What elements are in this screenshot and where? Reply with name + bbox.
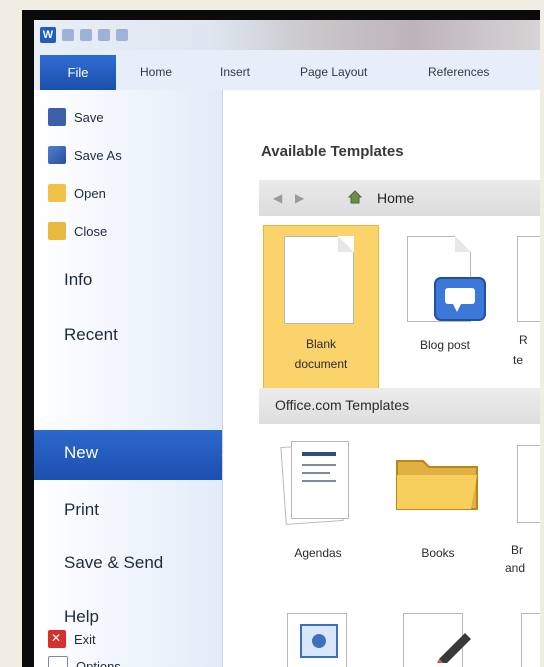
menu-open[interactable]: Open (48, 184, 106, 202)
blog-post-label: Blog post (419, 338, 471, 352)
template-bottom-3[interactable] (513, 605, 540, 667)
save-as-icon (48, 146, 66, 164)
menu-print[interactable]: Print (64, 500, 99, 520)
menu-recent[interactable]: Recent (64, 325, 118, 345)
blank-document-label-1: Blank (305, 337, 337, 351)
options-icon (48, 656, 68, 667)
word-app-icon[interactable]: W (40, 27, 56, 43)
menu-new[interactable]: New (34, 430, 234, 480)
folder-icon (396, 460, 478, 510)
agendas-doc-line (302, 480, 336, 482)
backstage-menu: Save Save As Open Close Info Recent New … (34, 90, 234, 667)
tab-references[interactable]: References (428, 65, 489, 79)
available-templates-heading: Available Templates (261, 143, 404, 160)
word-window: W File Home Insert Page Layout Reference… (34, 20, 540, 667)
partial-label-1: R (519, 333, 528, 347)
menu-save-send[interactable]: Save & Send (64, 553, 163, 573)
tab-file[interactable]: File (40, 55, 116, 90)
menu-exit[interactable]: Exit (48, 630, 96, 648)
save-icon[interactable] (62, 29, 74, 41)
menu-open-label: Open (74, 185, 106, 201)
templates-nav-bar: ◀ ▶ Home (259, 180, 540, 216)
agendas-doc-line (302, 452, 336, 456)
blank-document-icon (284, 236, 354, 324)
office-templates-heading: Office.com Templates (275, 397, 410, 413)
books-label: Books (421, 546, 455, 560)
redo-icon[interactable] (98, 29, 110, 41)
template-bottom-2[interactable] (391, 605, 481, 667)
undo-icon[interactable] (80, 29, 92, 41)
save-icon (48, 108, 66, 126)
template-partial-office-right[interactable]: Br and (505, 435, 540, 585)
template-partial-right[interactable]: R te (513, 230, 540, 380)
tab-page-layout[interactable]: Page Layout (300, 65, 367, 79)
template-bottom-1[interactable] (277, 605, 357, 667)
title-bar: W (34, 20, 540, 50)
ribbon-tabs: File Home Insert Page Layout References (34, 50, 540, 91)
nav-location: Home (377, 190, 415, 206)
diagram-icon (300, 624, 338, 658)
agendas-label: Agendas (294, 546, 342, 560)
close-folder-icon (48, 222, 66, 240)
back-arrow-icon[interactable]: ◀ (273, 191, 282, 205)
partial-office-label-1: Br (511, 543, 523, 557)
home-icon[interactable] (347, 189, 363, 205)
tab-file-label: File (67, 65, 89, 80)
templates-pane: Available Templates ◀ ▶ Home Blank docum… (223, 90, 540, 667)
customize-icon[interactable] (116, 29, 128, 41)
menu-save-as-label: Save As (74, 147, 122, 163)
tab-insert[interactable]: Insert (220, 65, 250, 79)
agendas-doc-line (302, 472, 330, 474)
open-folder-icon (48, 184, 66, 202)
forward-arrow-icon[interactable]: ▶ (295, 191, 304, 205)
menu-close-label: Close (74, 223, 108, 239)
template-blank-document[interactable]: Blank document (263, 225, 379, 389)
exit-icon (48, 630, 66, 648)
menu-options[interactable]: Options (48, 656, 121, 667)
partial-office-label-2: and (505, 561, 526, 575)
quick-access-toolbar: W (40, 25, 128, 45)
agendas-doc-line (302, 464, 336, 466)
menu-new-label: New (64, 443, 99, 462)
menu-info[interactable]: Info (64, 270, 92, 290)
menu-help[interactable]: Help (64, 607, 99, 627)
menu-options-label: Options (76, 658, 121, 667)
blank-document-label-2: document (294, 357, 348, 371)
menu-exit-label: Exit (74, 631, 96, 647)
template-agendas[interactable]: Agendas (263, 435, 373, 575)
tab-home[interactable]: Home (140, 65, 172, 79)
template-books[interactable]: Books (383, 435, 493, 575)
menu-save-label: Save (74, 109, 104, 125)
partial-label-2: te (513, 353, 524, 367)
menu-close[interactable]: Close (48, 222, 107, 240)
bottom-3-doc-icon (521, 613, 540, 667)
office-templates-bar: Office.com Templates (259, 388, 540, 424)
template-blog-post[interactable]: Blog post (389, 230, 509, 380)
partial-doc-icon (517, 236, 540, 322)
pen-icon (437, 633, 471, 663)
menu-save[interactable]: Save (48, 108, 104, 126)
menu-save-as[interactable]: Save As (48, 146, 122, 164)
agendas-doc-icon (291, 441, 349, 519)
partial-office-doc-icon (517, 445, 540, 523)
blog-bubble-icon (434, 277, 486, 321)
